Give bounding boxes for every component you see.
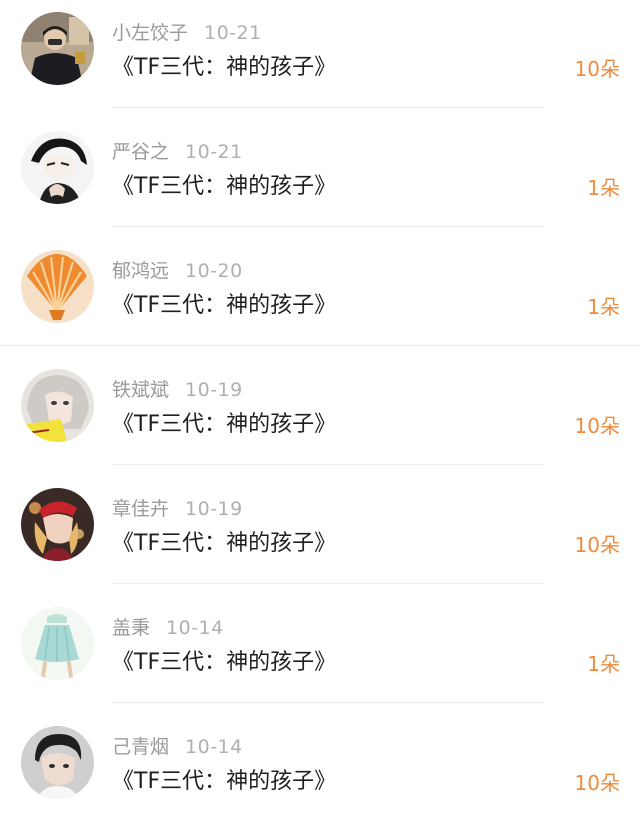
date: 10-21 xyxy=(204,22,262,44)
user-meta: 郁鸿远 10-20 xyxy=(112,258,243,284)
avatar-orange-seashell xyxy=(21,250,94,323)
divider xyxy=(0,345,640,346)
book-title[interactable]: 《TF三代：神的孩子》 xyxy=(112,171,336,203)
avatar-girl-pale-hair xyxy=(21,369,94,442)
user-meta: 己青烟 10-14 xyxy=(112,734,243,760)
avatar-mint-skirt-illustration xyxy=(21,607,94,680)
book-title[interactable]: 《TF三代：神的孩子》 xyxy=(112,528,336,560)
user-name[interactable]: 己青烟 xyxy=(112,736,169,758)
user-name[interactable]: 郁鸿远 xyxy=(112,260,169,282)
divider xyxy=(112,226,544,227)
user-meta: 章佳卉 10-19 xyxy=(112,496,243,522)
avatar-boy-portrait xyxy=(21,726,94,799)
divider xyxy=(112,702,544,703)
user-name[interactable]: 盖秉 xyxy=(112,617,150,639)
flower-count: 10朵 xyxy=(574,533,620,557)
list-item[interactable]: 己青烟 10-14 《TF三代：神的孩子》 10朵 xyxy=(0,714,640,833)
avatar[interactable] xyxy=(21,250,94,323)
flower-count: 10朵 xyxy=(574,771,620,795)
flower-count: 1朵 xyxy=(587,652,620,676)
user-name[interactable]: 小左饺子 xyxy=(112,22,188,44)
avatar[interactable] xyxy=(21,607,94,680)
book-title[interactable]: 《TF三代：神的孩子》 xyxy=(112,766,336,798)
date: 10-21 xyxy=(185,141,243,163)
list-item[interactable]: 盖秉 10-14 《TF三代：神的孩子》 1朵 xyxy=(0,595,640,714)
user-meta: 严谷之 10-21 xyxy=(112,139,243,165)
date: 10-20 xyxy=(185,260,243,282)
gift-record-list: 小左饺子 10-21 《TF三代：神的孩子》 10朵 严谷之 10-21 《TF三代… xyxy=(0,0,640,832)
list-item[interactable]: 章佳卉 10-19 《TF三代：神的孩子》 10朵 xyxy=(0,476,640,595)
user-name[interactable]: 严谷之 xyxy=(112,141,169,163)
list-item[interactable]: 小左饺子 10-21 《TF三代：神的孩子》 10朵 xyxy=(0,0,640,119)
divider xyxy=(112,583,544,584)
book-title[interactable]: 《TF三代：神的孩子》 xyxy=(112,52,336,84)
avatar[interactable] xyxy=(21,131,94,204)
avatar-girl-red-hat xyxy=(21,488,94,561)
avatar[interactable] xyxy=(21,12,94,85)
avatar[interactable] xyxy=(21,369,94,442)
user-name[interactable]: 铁斌斌 xyxy=(112,379,169,401)
date: 10-19 xyxy=(185,498,243,520)
book-title[interactable]: 《TF三代：神的孩子》 xyxy=(112,409,336,441)
user-meta: 铁斌斌 10-19 xyxy=(112,377,243,403)
flower-count: 1朵 xyxy=(587,176,620,200)
avatar[interactable] xyxy=(21,488,94,561)
divider xyxy=(112,464,544,465)
avatar-photo-person-dark-jacket xyxy=(21,12,94,85)
divider xyxy=(112,107,544,108)
user-meta: 盖秉 10-14 xyxy=(112,615,224,641)
book-title[interactable]: 《TF三代：神的孩子》 xyxy=(112,290,336,322)
user-meta: 小左饺子 10-21 xyxy=(112,20,262,46)
avatar[interactable] xyxy=(21,726,94,799)
date: 10-14 xyxy=(166,617,224,639)
avatar-anime-boy-monochrome xyxy=(21,131,94,204)
list-item[interactable]: 郁鸿远 10-20 《TF三代：神的孩子》 1朵 xyxy=(0,238,640,357)
user-name[interactable]: 章佳卉 xyxy=(112,498,169,520)
book-title[interactable]: 《TF三代：神的孩子》 xyxy=(112,647,336,679)
list-item[interactable]: 严谷之 10-21 《TF三代：神的孩子》 1朵 xyxy=(0,119,640,238)
flower-count: 10朵 xyxy=(574,57,620,81)
flower-count: 10朵 xyxy=(574,414,620,438)
date: 10-19 xyxy=(185,379,243,401)
list-item[interactable]: 铁斌斌 10-19 《TF三代：神的孩子》 10朵 xyxy=(0,357,640,476)
flower-count: 1朵 xyxy=(587,295,620,319)
date: 10-14 xyxy=(185,736,243,758)
